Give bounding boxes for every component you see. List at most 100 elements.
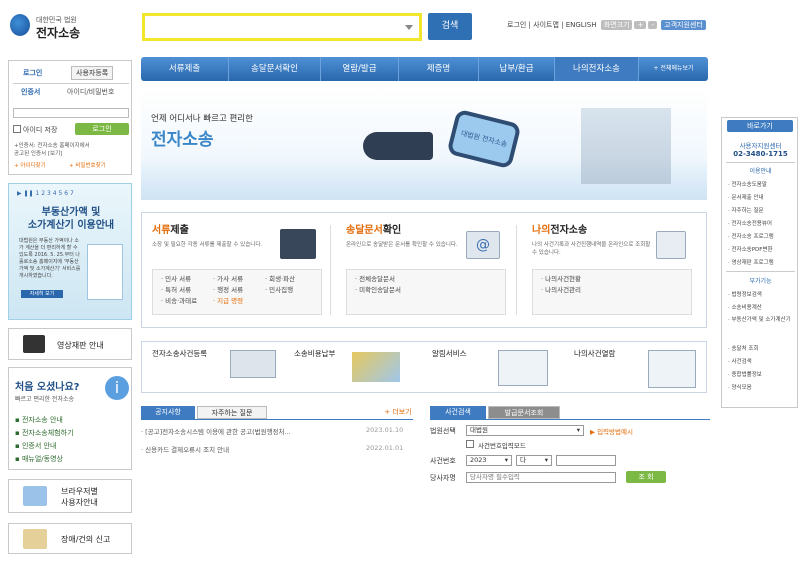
find-password-link[interactable]: + 비밀번호찾기 (69, 161, 106, 169)
find-id-link[interactable]: + 아이디찾기 (14, 161, 46, 169)
right-link[interactable]: · 전자소송도움말 (728, 180, 767, 188)
case-no-label: 사건번호 (430, 457, 456, 465)
quick-menu: 전자소송사건등록 소송비용납부 알림서비스 나의사건열람 (141, 341, 707, 393)
banner-title: 부동산가액 및 소가계산기 이용안내 (27, 207, 115, 231)
tab-faq[interactable]: 자주하는 질문 (197, 406, 267, 419)
right-link[interactable]: · 자주하는 질문 (728, 206, 764, 214)
case-type-select[interactable]: 다 ▾ (516, 455, 552, 466)
right-link[interactable]: · 영상재판 프로그램 (728, 258, 774, 266)
first-visit-title: 처음 오셨나요? (15, 382, 80, 393)
link-payment-order[interactable]: · 지급 명령 (213, 296, 265, 307)
link-my-case-status[interactable]: · 나의사건현황 (541, 274, 683, 285)
service-desc: 온라인으로 송달받은 문서를 확인할 수 있습니다. (346, 242, 458, 248)
link-civil[interactable]: · 민사 서류 (161, 274, 213, 285)
english-link[interactable]: ENGLISH (566, 21, 597, 29)
right-link[interactable]: · 소송비용계산 (728, 303, 762, 311)
link-unread-delivery[interactable]: · 미확인송달문서 (355, 285, 497, 296)
nav-payment[interactable]: 납부/환급 (479, 57, 555, 81)
right-link[interactable]: · 전자소송 프로그램 (728, 232, 774, 240)
nav-my-case[interactable]: 나의전자소송 (555, 57, 639, 81)
video-trial-link[interactable]: 영상재판 안내 (8, 328, 132, 360)
service-delivery-confirm[interactable]: 송달문서확인 온라인으로 송달받은 문서를 확인할 수 있습니다. @ · 전체… (346, 221, 526, 321)
court-emblem-icon (10, 14, 30, 36)
monitor-icon (23, 335, 45, 353)
service-my-case[interactable]: 나의전자소송 나의 사건기록과 사건진행내역을 온라인으로 조회할 수 있습니다… (532, 221, 712, 321)
first-visit-item[interactable]: ▪ 전자소송체험하기 (15, 428, 74, 438)
code-mode-label: 사건번호입력모드 (478, 442, 526, 450)
right-link[interactable]: · 부동산가액 및 소가계산기 (728, 316, 792, 325)
nav-certificate[interactable]: 제증명 (399, 57, 479, 81)
link-rehab[interactable]: · 회생·파산 (265, 275, 295, 283)
service-document-submit[interactable]: 서류제출 소장 및 필요한 각종 서류를 제출할 수 있습니다. · 민사 서류… (152, 221, 332, 321)
first-visit-item[interactable]: ▪ 인증서 안내 (15, 441, 56, 451)
signup-button[interactable]: 사용자등록 (71, 66, 114, 80)
tab-issued-doc[interactable]: 발급문서조회 (488, 406, 560, 419)
link-nonlitigation[interactable]: · 비송·과태료 (161, 296, 213, 307)
right-link[interactable]: · 양식모음 (728, 383, 752, 391)
link-admin[interactable]: · 행정 서류 (213, 285, 265, 296)
link-my-case-manage[interactable]: · 나의사건관리 (541, 285, 683, 296)
code-mode-checkbox[interactable] (466, 440, 474, 448)
login-button[interactable]: 로그인 (75, 123, 129, 135)
notice-item[interactable]: · [공고]전자소송시스템 이용에 관한 공고(법원행정처... (141, 426, 291, 436)
party-name-input[interactable]: 당사자명 필수입력 (466, 472, 616, 483)
notepad-icon (23, 529, 47, 549)
link-enforce[interactable]: · 민사집행 (265, 286, 293, 294)
tab-notice[interactable]: 공지사항 (141, 406, 195, 419)
cert-note-2[interactable]: 공고된 인증서 [보기] (14, 149, 62, 157)
chevron-down-icon[interactable] (405, 25, 413, 30)
login-link[interactable]: 로그인 (507, 21, 526, 29)
case-search-button[interactable]: 조 회 (626, 471, 666, 483)
nav-view-issue[interactable]: 열람/발급 (321, 57, 399, 81)
input-example-link[interactable]: ▶ 입력방법예시 (590, 426, 633, 436)
first-visit-item[interactable]: ▪ 전자소송 안내 (15, 415, 63, 425)
banner-pager[interactable]: ▶ ❚❚ 1 2 3 4 5 6 7 (17, 190, 74, 197)
support-center-button[interactable]: 고객지원센터 (661, 20, 706, 30)
main-nav: 서류제출 송달문서확인 열람/발급 제증명 납부/환급 나의전자소송 + 전체메… (141, 57, 708, 81)
tab-login[interactable]: 로그인 (23, 68, 42, 78)
quick-case-register[interactable]: 전자소송사건등록 (152, 348, 207, 359)
right-link[interactable]: · 전자소송PDF변환 (728, 245, 773, 253)
promo-banner[interactable]: ▶ ❚❚ 1 2 3 4 5 6 7 부동산가액 및 소가계산기 이용안내 대법원… (8, 183, 132, 320)
tab-id-password[interactable]: 아이디/비밀번호 (67, 87, 114, 97)
link-family[interactable]: · 가사 서류 (213, 274, 265, 285)
sitemap-link[interactable]: 사이트맵 (533, 21, 559, 29)
year-select[interactable]: 2023 ▾ (466, 455, 512, 466)
nav-service-confirm[interactable]: 송달문서확인 (229, 57, 321, 81)
coins-card-icon (352, 352, 400, 382)
nav-document-submit[interactable]: 서류제출 (141, 57, 229, 81)
right-link[interactable]: · 문서제출 안내 (728, 193, 764, 201)
right-link[interactable]: · 종합법률정보 (728, 370, 762, 378)
search-button[interactable]: 검색 (428, 13, 472, 40)
save-id-checkbox[interactable] (13, 125, 21, 133)
report-link[interactable]: 장애/건의 신고 (8, 523, 132, 554)
first-visit-item[interactable]: ▪ 매뉴얼/동영상 (15, 454, 63, 464)
report-label: 장애/건의 신고 (61, 535, 111, 544)
right-link[interactable]: · 전자소송전용뷰어 (728, 219, 772, 227)
hero-title: 전자소송 (151, 130, 214, 150)
case-number-input[interactable] (556, 455, 616, 466)
link-all-delivery[interactable]: · 전체송달문서 (355, 274, 497, 285)
browser-guide-link[interactable]: 브라우저별 사용자안내 (8, 479, 132, 513)
right-link[interactable]: · 사건검색 (728, 357, 752, 365)
banner-detail-button[interactable]: 자세히 보기 (21, 290, 63, 298)
right-link[interactable]: · 법령정보검색 (728, 290, 762, 298)
court-select[interactable]: 대법원 ▾ (466, 425, 584, 436)
more-link[interactable]: + 더보기 (381, 406, 415, 419)
usage-guide-header: 이용안내 (749, 168, 772, 175)
quick-cost-payment[interactable]: 소송비용납부 (294, 348, 335, 359)
nav-all-menu[interactable]: + 전체메뉴보기 (639, 57, 708, 81)
tab-case-search[interactable]: 사건검색 (430, 406, 486, 419)
search-input[interactable] (142, 13, 422, 41)
court-logo[interactable]: 대한민국 법원 전자소송 (8, 12, 108, 42)
quick-case-view[interactable]: 나의사건열람 (574, 348, 615, 359)
notice-item[interactable]: · 신용카드 결제오류시 조치 안내 (141, 444, 229, 454)
right-link[interactable]: · 송달처 조회 (728, 344, 759, 352)
browser-guide-line2: 사용자안내 (61, 498, 98, 507)
zoom-out-button[interactable]: - (648, 21, 657, 29)
zoom-in-button[interactable]: + (634, 21, 647, 29)
tab-certificate[interactable]: 인증서 (21, 87, 40, 97)
link-patent[interactable]: · 특허 서류 (161, 285, 213, 296)
certificate-field[interactable] (13, 108, 129, 118)
quick-notification[interactable]: 알림서비스 (432, 348, 467, 359)
